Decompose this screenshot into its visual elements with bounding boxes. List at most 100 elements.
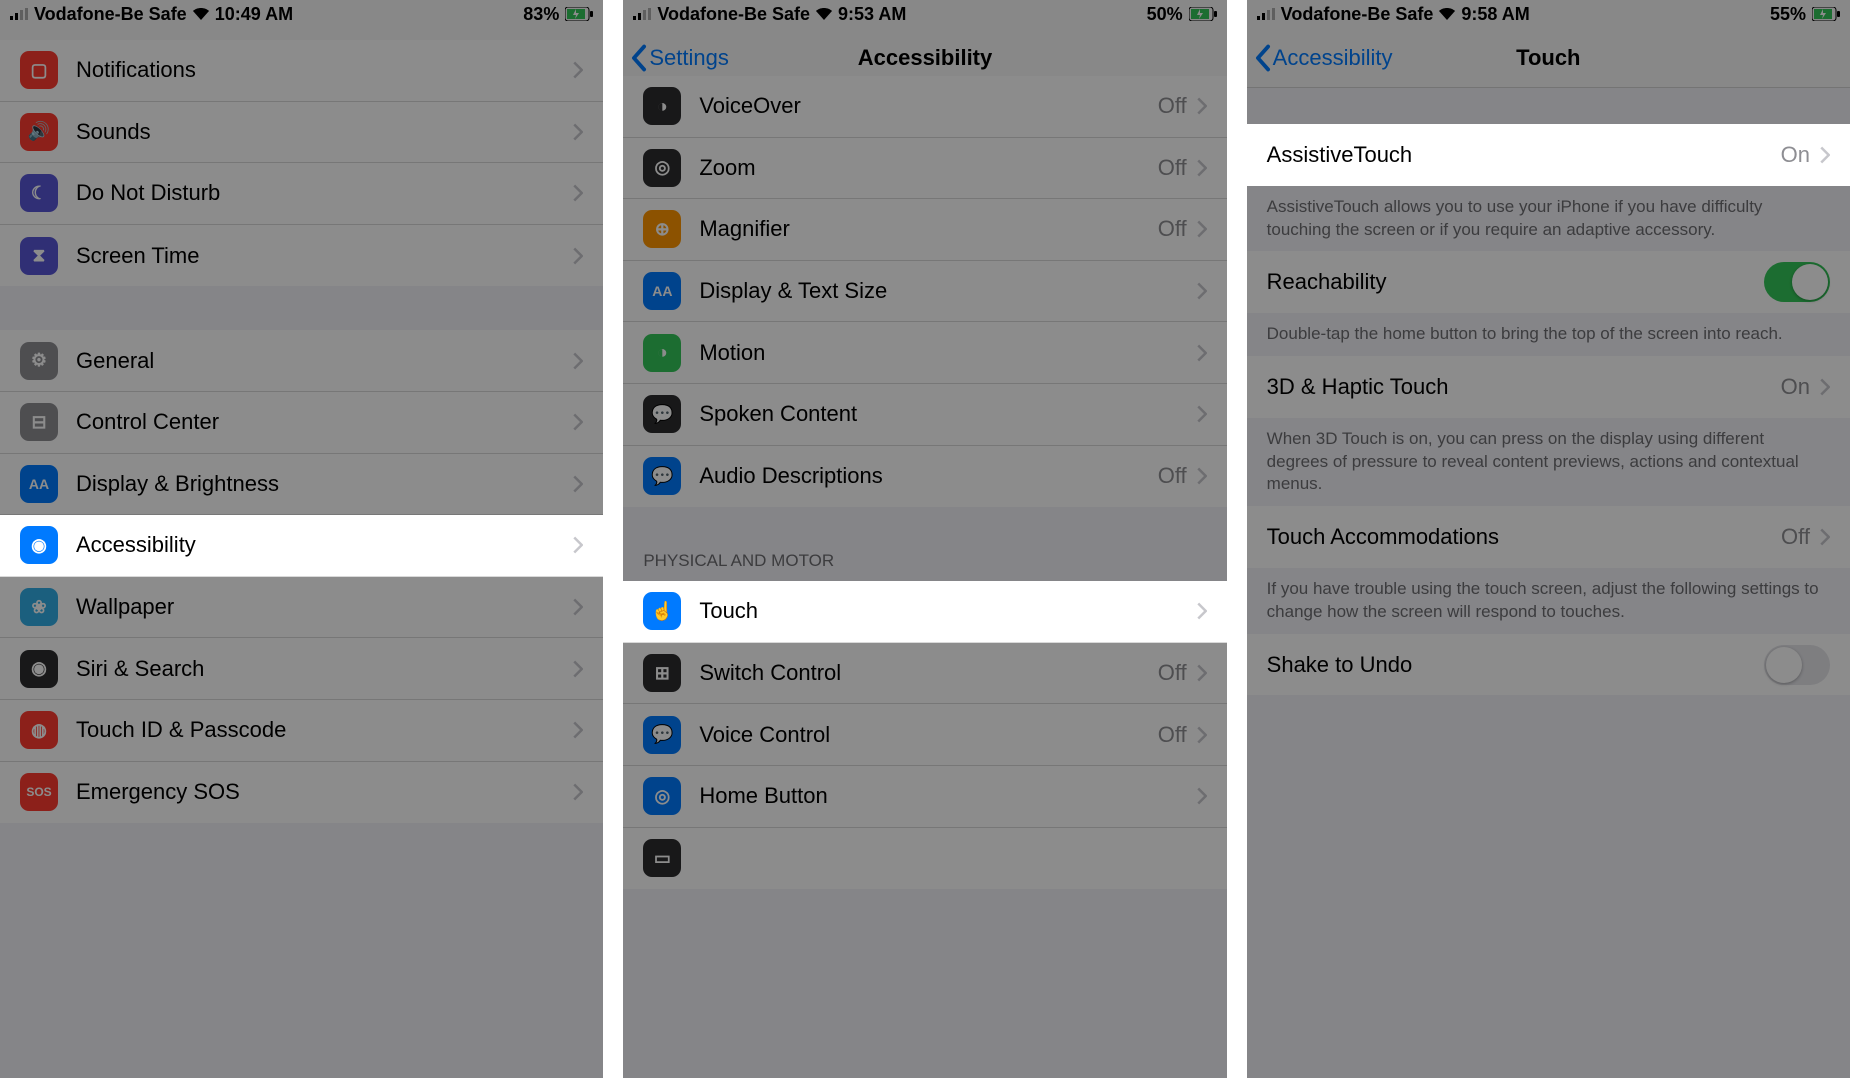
battery-label: 83% [523, 4, 559, 25]
time-label: 9:53 AM [838, 4, 906, 25]
chevron-right-icon [573, 536, 583, 554]
battery-label: 55% [1770, 4, 1806, 25]
toggles-icon: ⊟ [20, 403, 58, 441]
settings-accessibility[interactable]: ◉Accessibility [0, 515, 603, 577]
settings-control-center[interactable]: ⊟Control Center [0, 392, 603, 454]
chevron-right-icon [573, 61, 583, 79]
time-label: 9:58 AM [1461, 4, 1529, 25]
settings-screen: Vodafone-Be Safe 10:49 AM 83% Settings ▢… [0, 0, 623, 1078]
accessibility-icon: ◉ [20, 526, 58, 564]
touch-screen: Vodafone-Be Safe 9:58 AM 55% Accessibilit… [1247, 0, 1850, 1078]
chevron-right-icon [1197, 787, 1207, 805]
chevron-right-icon [1197, 344, 1207, 362]
accessibility-audio-descriptions[interactable]: 💬Audio DescriptionsOff [623, 446, 1226, 508]
carrier-label: Vodafone-Be Safe [1281, 4, 1434, 25]
settings-sounds[interactable]: 🔊Sounds [0, 102, 603, 164]
haptic-footer: When 3D Touch is on, you can press on th… [1247, 418, 1850, 507]
moon-icon: ☾ [20, 174, 58, 212]
chevron-right-icon [1197, 467, 1207, 485]
status-bar: Vodafone-Be Safe 9:58 AM 55% [1247, 0, 1850, 28]
touch-shake-undo[interactable]: Shake to Undo [1247, 634, 1850, 696]
textsize-icon: AA [643, 272, 681, 310]
accessibility-switch-control[interactable]: ⊞Switch ControlOff [623, 643, 1226, 705]
sounds-icon: 🔊 [20, 113, 58, 151]
voice-control-icon: 💬 [643, 716, 681, 754]
back-button[interactable]: Settings [631, 44, 729, 72]
voiceover-icon: ◑ [643, 87, 681, 125]
section-header-physical: PHYSICAL AND MOTOR [623, 551, 1226, 581]
speech-icon: 💬 [643, 395, 681, 433]
touch-accommodations[interactable]: Touch AccommodationsOff [1247, 506, 1850, 568]
settings-notifications[interactable]: ▢Notifications [0, 40, 603, 102]
chevron-right-icon [573, 598, 583, 616]
chevron-right-icon [573, 475, 583, 493]
notifications-icon: ▢ [20, 51, 58, 89]
nav-bar: Accessibility Touch [1247, 28, 1850, 88]
textsize-icon: AA [20, 465, 58, 503]
settings-display-brightness[interactable]: AADisplay & Brightness [0, 454, 603, 516]
siri-icon: ◉ [20, 650, 58, 688]
settings-general[interactable]: ⚙General [0, 330, 603, 392]
signal-icon [10, 8, 28, 20]
accommodations-footer: If you have trouble using the touch scre… [1247, 568, 1850, 634]
touch-3d-haptic[interactable]: 3D & Haptic TouchOn [1247, 356, 1850, 418]
chevron-right-icon [1820, 528, 1830, 546]
reachability-switch[interactable] [1764, 262, 1830, 302]
chevron-right-icon [573, 783, 583, 801]
gear-icon: ⚙ [20, 342, 58, 380]
signal-icon [633, 8, 651, 20]
back-button[interactable]: Accessibility [1255, 44, 1393, 72]
assistivetouch-footer: AssistiveTouch allows you to use your iP… [1247, 186, 1850, 252]
accessibility-display-text[interactable]: AADisplay & Text Size [623, 261, 1226, 323]
battery-label: 50% [1147, 4, 1183, 25]
wallpaper-icon: ❀ [20, 588, 58, 626]
accessibility-screen: Vodafone-Be Safe 9:53 AM 50% Settings Acc… [623, 0, 1246, 1078]
wifi-icon [1439, 8, 1455, 20]
accessibility-touch[interactable]: ☝Touch [623, 581, 1226, 643]
audiodesc-icon: 💬 [643, 457, 681, 495]
chevron-right-icon [573, 184, 583, 202]
accessibility-motion[interactable]: ◑Motion [623, 322, 1226, 384]
touch-assistivetouch[interactable]: AssistiveTouchOn [1247, 124, 1850, 186]
fingerprint-icon: ◍ [20, 711, 58, 749]
page-title: Accessibility [858, 45, 993, 71]
device-icon: ▭ [643, 839, 681, 877]
settings-siri[interactable]: ◉Siri & Search [0, 638, 603, 700]
chevron-right-icon [573, 721, 583, 739]
battery-icon [1189, 7, 1217, 21]
battery-icon [1812, 7, 1840, 21]
wifi-icon [193, 8, 209, 20]
touch-reachability[interactable]: Reachability [1247, 251, 1850, 313]
hidden-row[interactable]: ▭ [623, 828, 1226, 890]
accessibility-magnifier[interactable]: ⊕MagnifierOff [623, 199, 1226, 261]
shake-undo-switch[interactable] [1764, 645, 1830, 685]
carrier-label: Vodafone-Be Safe [34, 4, 187, 25]
chevron-right-icon [1197, 220, 1207, 238]
carrier-label: Vodafone-Be Safe [657, 4, 810, 25]
sos-icon: SOS [20, 773, 58, 811]
chevron-right-icon [1197, 405, 1207, 423]
settings-sos[interactable]: SOSEmergency SOS [0, 762, 603, 824]
accessibility-spoken-content[interactable]: 💬Spoken Content [623, 384, 1226, 446]
settings-wallpaper[interactable]: ❀Wallpaper [0, 577, 603, 639]
chevron-right-icon [1197, 159, 1207, 177]
hourglass-icon: ⧗ [20, 237, 58, 275]
chevron-right-icon [1820, 146, 1830, 164]
chevron-right-icon [573, 660, 583, 678]
accessibility-voice-control[interactable]: 💬Voice ControlOff [623, 704, 1226, 766]
signal-icon [1257, 8, 1275, 20]
chevron-right-icon [1197, 97, 1207, 115]
chevron-right-icon [1820, 378, 1830, 396]
settings-dnd[interactable]: ☾Do Not Disturb [0, 163, 603, 225]
settings-touchid[interactable]: ◍Touch ID & Passcode [0, 700, 603, 762]
accessibility-voiceover[interactable]: ◑VoiceOverOff [623, 76, 1226, 138]
accessibility-zoom[interactable]: ◎ZoomOff [623, 138, 1226, 200]
time-label: 10:49 AM [215, 4, 293, 25]
chevron-right-icon [573, 413, 583, 431]
chevron-right-icon [1197, 664, 1207, 682]
settings-screentime[interactable]: ⧗Screen Time [0, 225, 603, 287]
accessibility-home-button[interactable]: ◎Home Button [623, 766, 1226, 828]
chevron-right-icon [1197, 282, 1207, 300]
switch-control-icon: ⊞ [643, 654, 681, 692]
status-bar: Vodafone-Be Safe 10:49 AM 83% [0, 0, 603, 28]
